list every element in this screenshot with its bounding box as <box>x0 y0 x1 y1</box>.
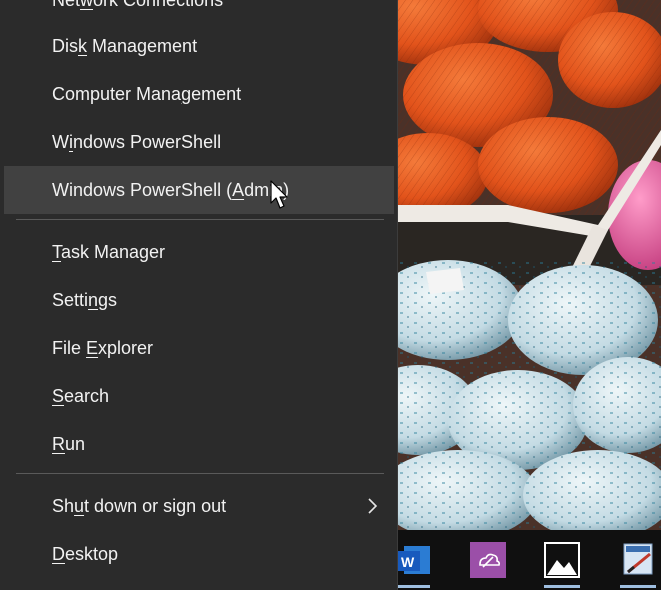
menu-item-label: Network Connections <box>52 0 223 11</box>
menu-item-shut-down-or-sign-out[interactable]: Shut down or sign out <box>4 482 394 530</box>
menu-item-task-manager[interactable]: Task Manager <box>4 228 394 276</box>
menu-item-file-explorer[interactable]: File Explorer <box>4 324 394 372</box>
menu-item-windows-powershell[interactable]: Windows PowerShell <box>4 118 394 166</box>
menu-item-label: Disk Management <box>52 35 198 56</box>
chevron-right-icon <box>368 498 378 514</box>
menu-divider <box>16 219 384 220</box>
menu-item-label: Desktop <box>52 543 119 564</box>
photos-running-indicator <box>544 585 580 588</box>
taskbar: W <box>398 530 661 590</box>
menu-item-label: Windows PowerShell (Admin) <box>52 179 290 200</box>
menu-item-desktop[interactable]: Desktop <box>4 530 394 578</box>
paint-running-indicator <box>620 585 656 588</box>
onenote-icon[interactable] <box>470 542 506 578</box>
desktop-wallpaper <box>398 0 661 530</box>
word-icon[interactable]: W <box>398 542 430 578</box>
menu-item-computer-management[interactable]: Computer Management <box>4 70 394 118</box>
menu-item-label: Search <box>52 385 110 406</box>
photos-icon[interactable] <box>544 542 580 578</box>
menu-item-run[interactable]: Run <box>4 420 394 468</box>
menu-item-windows-powershell-admin[interactable]: Windows PowerShell (Admin) <box>4 166 394 214</box>
menu-item-disk-management[interactable]: Disk Management <box>4 22 394 70</box>
menu-item-label: Windows PowerShell <box>52 131 222 152</box>
menu-item-label: Task Manager <box>52 241 166 262</box>
menu-item-network-connections[interactable]: Network Connections <box>4 0 394 24</box>
power-user-menu: Network Connections Disk Management Comp… <box>0 0 398 590</box>
menu-item-label: File Explorer <box>52 337 154 358</box>
menu-item-label: Computer Management <box>52 83 242 104</box>
paint-icon[interactable] <box>620 542 656 578</box>
menu-item-label: Run <box>52 433 86 454</box>
menu-divider <box>16 473 384 474</box>
svg-text:W: W <box>401 554 415 570</box>
word-running-indicator <box>398 585 430 588</box>
menu-item-label: Settings <box>52 289 118 310</box>
menu-item-search[interactable]: Search <box>4 372 394 420</box>
yarn-wallpaper-image <box>398 0 661 530</box>
menu-item-settings[interactable]: Settings <box>4 276 394 324</box>
menu-item-label: Shut down or sign out <box>52 495 227 516</box>
